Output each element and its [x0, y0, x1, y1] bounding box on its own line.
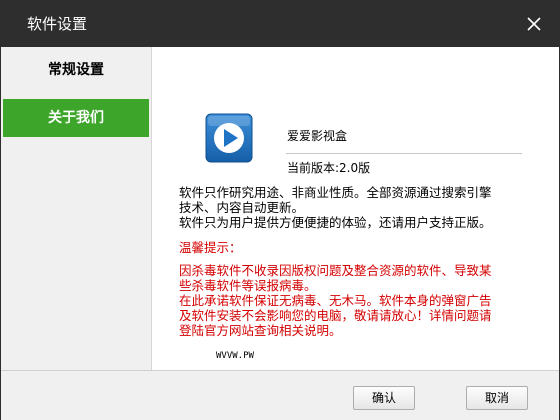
description: 软件只作研究用途、非商业性质。全部资源通过搜索引擎 技术、内容自动更新。 软件只…: [179, 185, 551, 230]
warning-text: 因杀毒软件不收录因版权问题及整合资源的软件、导致某 些杀毒软件等误报病毒。 在此…: [179, 263, 551, 338]
sidebar-item-label: 关于我们: [48, 110, 104, 126]
title-bar: 软件设置: [1, 1, 559, 47]
ok-button[interactable]: 确认: [353, 386, 415, 410]
dialog-footer: 确认 取消: [1, 370, 559, 420]
settings-window: 软件设置 常规设置 关于我们 爱爱影视盒 当前版本:2.0版 软件只作研究用途、…: [0, 0, 560, 420]
warning-line: 在此承诺软件保证无病毒、无木马。软件本身的弹窗广告: [179, 293, 492, 308]
warning-line: 登陆官方网站查询相关说明。: [179, 323, 342, 338]
description-line: 软件只作研究用途、非商业性质。全部资源通过搜索引擎: [179, 185, 492, 200]
play-icon: [205, 113, 253, 163]
description-line: 软件只为用户提供方便便捷的体验，还请用户支持正版。: [179, 215, 492, 230]
divider: [286, 153, 522, 154]
warning-line: 及软件安装不会影响您的电脑，敬请请放心！详情问题请: [179, 308, 492, 323]
tip-title: 温馨提示：: [179, 240, 242, 255]
warning-line: 因杀毒软件不收录因版权问题及整合资源的软件、导致某: [179, 263, 492, 278]
close-button[interactable]: [509, 1, 559, 47]
description-line: 技术、内容自动更新。: [179, 200, 305, 215]
version-text: 当前版本:2.0版: [287, 161, 371, 175]
sidebar-item-general[interactable]: 常规设置: [3, 51, 149, 89]
cancel-button[interactable]: 取消: [466, 386, 528, 410]
app-name: 爱爱影视盒: [287, 129, 348, 143]
sidebar-item-label: 常规设置: [48, 62, 104, 78]
about-panel: 爱爱影视盒 当前版本:2.0版 软件只作研究用途、非商业性质。全部资源通过搜索引…: [152, 47, 559, 370]
close-icon: [527, 17, 541, 31]
window-title: 软件设置: [27, 15, 88, 33]
website-link[interactable]: WVVW.PW: [216, 351, 254, 361]
warning-line: 些杀毒软件等误报病毒。: [179, 278, 317, 293]
settings-sidebar: 常规设置 关于我们: [1, 47, 152, 370]
sidebar-item-about[interactable]: 关于我们: [3, 99, 149, 137]
